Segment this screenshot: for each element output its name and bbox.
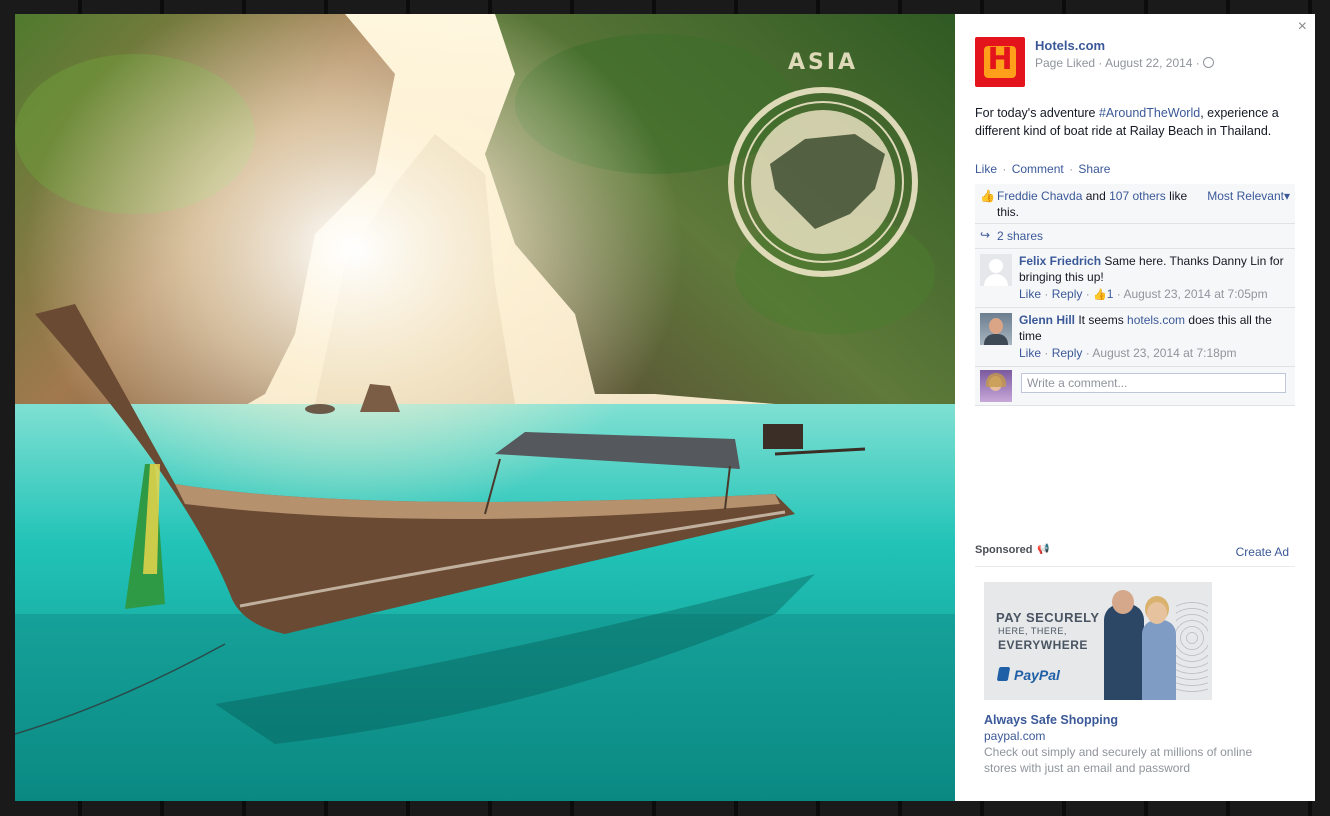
post-header: H Hotels.com Page Liked · August 22, 201… bbox=[975, 37, 1305, 87]
share-arrow-icon: ↪ bbox=[980, 228, 991, 242]
megaphone-icon: 📢 bbox=[1037, 544, 1050, 555]
comment-like-link[interactable]: Like bbox=[1019, 346, 1041, 360]
share-link[interactable]: Share bbox=[1078, 162, 1110, 176]
paypal-logo-icon bbox=[996, 667, 1011, 681]
hotels-logo[interactable]: H bbox=[975, 37, 1025, 87]
post-actions: Like · Comment · Share bbox=[975, 162, 1111, 176]
comment-like-link[interactable]: Like bbox=[1019, 287, 1041, 301]
comment-link[interactable]: Comment bbox=[1012, 162, 1064, 176]
thumbs-up-icon: 👍 bbox=[980, 189, 995, 203]
comment-meta: Like · Reply · 👍1 · August 23, 2014 at 7… bbox=[1019, 287, 1268, 301]
hotels-com-link[interactable]: hotels.com bbox=[1127, 313, 1185, 327]
avatar[interactable] bbox=[980, 313, 1012, 345]
ad-person bbox=[1104, 604, 1144, 700]
comment: Felix Friedrich Same here. Thanks Danny … bbox=[975, 249, 1295, 308]
comment-author-link[interactable]: Felix Friedrich bbox=[1019, 254, 1101, 268]
post-panel: × H Hotels.com Page Liked · August 22, 2… bbox=[955, 14, 1315, 801]
thumbs-up-icon: 👍 bbox=[1093, 289, 1107, 301]
shares-link[interactable]: 2 shares bbox=[997, 229, 1043, 243]
comment-meta: Like · Reply · August 23, 2014 at 7:18pm bbox=[1019, 346, 1237, 360]
post-text: For today's adventure #AroundTheWorld, e… bbox=[975, 106, 1279, 138]
comment-time[interactable]: August 23, 2014 at 7:18pm bbox=[1092, 346, 1236, 360]
paypal-brand: PayPal bbox=[1014, 667, 1060, 683]
globe-icon bbox=[1202, 57, 1214, 68]
ad-subline: EVERYWHERE bbox=[998, 638, 1088, 652]
ad-image[interactable]: PAY SECURELY HERE, THERE, EVERYWHERE Pay… bbox=[984, 582, 1212, 700]
ad-description: Check out simply and securely at million… bbox=[984, 745, 1253, 775]
comment-author-link[interactable]: Glenn Hill bbox=[1019, 313, 1075, 327]
liker-name-link[interactable]: Freddie Chavda bbox=[997, 189, 1082, 203]
others-link[interactable]: 107 others bbox=[1109, 189, 1166, 203]
photo[interactable]: ASIA bbox=[15, 14, 955, 801]
photo-image: ASIA bbox=[15, 14, 955, 801]
close-icon[interactable]: × bbox=[1298, 18, 1307, 36]
stamp-label: ASIA bbox=[788, 50, 858, 75]
hashtag-link[interactable]: #AroundTheWorld bbox=[1099, 106, 1200, 120]
comment-sort-dropdown[interactable]: Most Relevant▾ bbox=[1207, 189, 1290, 203]
logo-letter: H bbox=[987, 42, 1013, 77]
comment: Glenn Hill It seems hotels.com does this… bbox=[975, 308, 1295, 367]
photo-viewer: ASIA × H Hotels.com Page Liked · August … bbox=[15, 14, 1315, 801]
post-date[interactable]: August 22, 2014 bbox=[1105, 56, 1192, 70]
ad-title-link[interactable]: Always Safe Shopping bbox=[984, 713, 1118, 727]
ad-doodles bbox=[1176, 602, 1208, 692]
comment-reply-link[interactable]: Reply bbox=[1052, 287, 1083, 301]
avatar[interactable] bbox=[980, 254, 1012, 286]
create-ad-link[interactable]: Create Ad bbox=[1236, 545, 1289, 559]
ad-person bbox=[1142, 620, 1176, 700]
ad-domain-link[interactable]: paypal.com bbox=[984, 729, 1045, 743]
ad-headline: PAY SECURELY bbox=[996, 610, 1100, 625]
shares-summary: ↪ 2 shares bbox=[975, 224, 1295, 249]
feedback-box: 👍 Freddie Chavda and 107 others like thi… bbox=[975, 184, 1295, 406]
sponsored-header: Sponsored 📢 Create Ad bbox=[975, 544, 1295, 567]
page-name-link[interactable]: Hotels.com bbox=[1035, 38, 1105, 53]
avatar bbox=[980, 370, 1012, 402]
sponsored-label: Sponsored bbox=[975, 544, 1033, 556]
write-comment-row bbox=[975, 367, 1295, 406]
post-meta: Page Liked · August 22, 2014 · bbox=[1035, 56, 1214, 70]
comment-reply-link[interactable]: Reply bbox=[1052, 346, 1083, 360]
comment-time[interactable]: August 23, 2014 at 7:05pm bbox=[1123, 287, 1267, 301]
comment-like-count[interactable]: 1 bbox=[1107, 287, 1114, 301]
comment-input[interactable] bbox=[1021, 373, 1286, 393]
likes-summary: 👍 Freddie Chavda and 107 others like thi… bbox=[975, 184, 1295, 224]
like-link[interactable]: Like bbox=[975, 162, 997, 176]
ad-subline: HERE, THERE, bbox=[998, 626, 1067, 636]
